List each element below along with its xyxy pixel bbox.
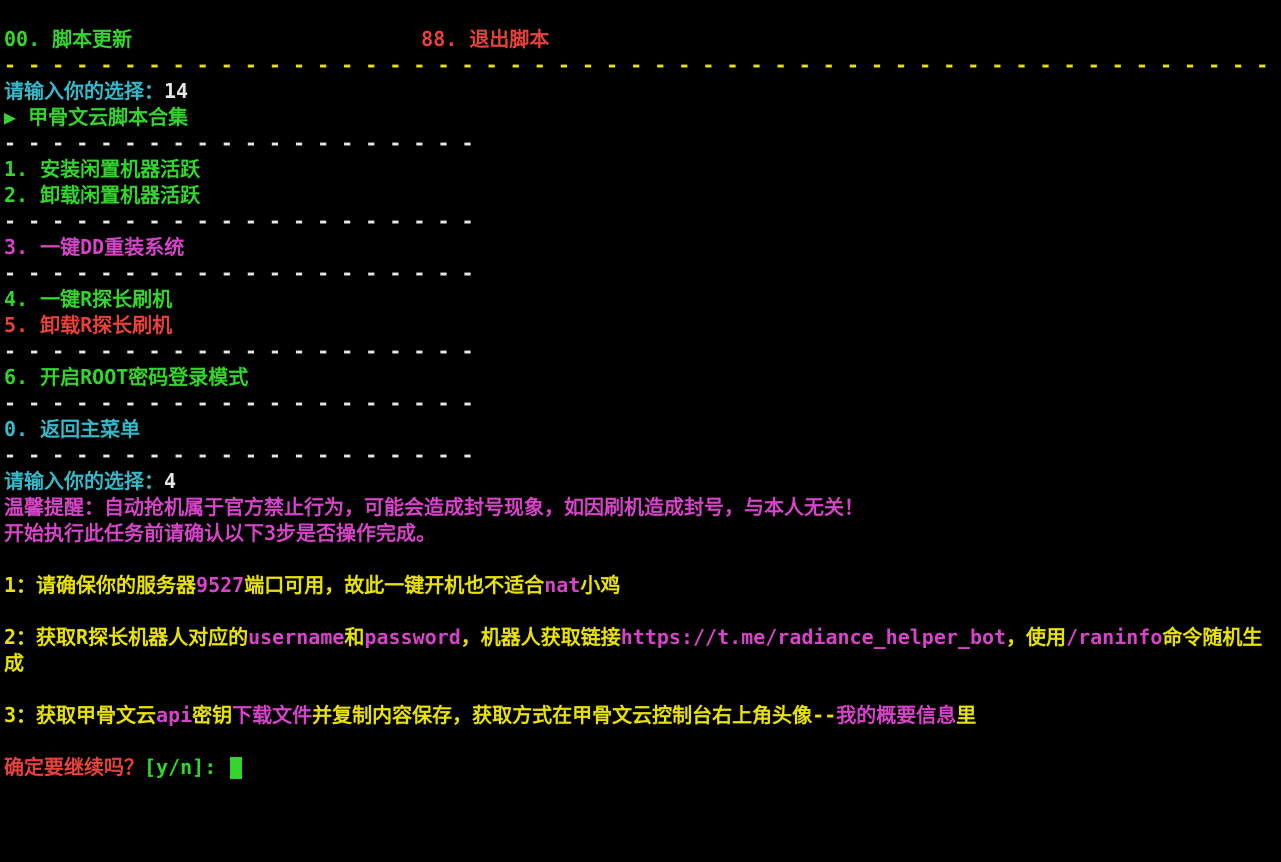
separator: - - - - - - - - - - - - - - - - - - - - [4, 339, 474, 363]
prompt-value-2[interactable]: 4 [164, 469, 176, 493]
step-2-username: username [248, 625, 344, 649]
spacer [132, 27, 421, 51]
step-2-password: password [364, 625, 460, 649]
menu-item-0: 0. 返回主菜单 [4, 417, 140, 441]
step-1-post: 小鸡 [580, 573, 620, 597]
prompt-label-2: 请输入你的选择： [4, 469, 164, 493]
step-3-info: 我的概要信息 [836, 703, 956, 727]
step-1-pre: 1：请确保你的服务器 [4, 573, 196, 597]
step-2-post1: ，使用 [1006, 625, 1066, 649]
step-2-url: https://t.me/radiance_helper_bot [621, 625, 1006, 649]
step-2-mid: ，机器人获取链接 [461, 625, 621, 649]
step-2-and: 和 [344, 625, 364, 649]
menu-item-2: 2. 卸载闲置机器活跃 [4, 183, 200, 207]
menu-item-00: 00. 脚本更新 [4, 27, 132, 51]
step-1-port: 9527 [196, 573, 244, 597]
step-2-pre: 2：获取R探长机器人对应的 [4, 625, 248, 649]
menu-item-6: 6. 开启ROOT密码登录模式 [4, 365, 248, 389]
terminal-output: 00. 脚本更新 88. 退出脚本 - - - - - - - - - - - … [0, 0, 1281, 784]
confirm-options: [y/n]: [144, 755, 228, 779]
menu-item-5: 5. 卸载R探长刷机 [4, 313, 172, 337]
menu-item-1: 1. 安装闲置机器活跃 [4, 157, 200, 181]
prompt-label-1: 请输入你的选择： [4, 79, 164, 103]
menu-item-88: 88. 退出脚本 [421, 27, 549, 51]
prompt-value-1[interactable]: 14 [164, 79, 188, 103]
separator: - - - - - - - - - - - - - - - - - - - - [4, 131, 474, 155]
separator: - - - - - - - - - - - - - - - - - - - - [4, 391, 474, 415]
step-1-nat: nat [544, 573, 580, 597]
menu-item-4: 4. 一键R探长刷机 [4, 287, 172, 311]
separator: - - - - - - - - - - - - - - - - - - - - [4, 209, 474, 233]
step-1-mid: 端口可用，故此一键开机也不适合 [244, 573, 544, 597]
step-3-post: 里 [956, 703, 976, 727]
warning-line-2: 开始执行此任务前请确认以下3步是否操作完成。 [4, 521, 436, 545]
warning-line-1: 温馨提醒：自动抢机属于官方禁止行为，可能会造成封号现象，如因刷机造成封号，与本人… [4, 495, 864, 519]
confirm-label: 确定要继续吗？ [4, 755, 144, 779]
separator: - - - - - - - - - - - - - - - - - - - - [4, 443, 474, 467]
step-3-api: api [156, 703, 192, 727]
separator-long: - - - - - - - - - - - - - - - - - - - - … [4, 53, 1268, 77]
submenu-title: ▶ 甲骨文云脚本合集 [4, 105, 188, 129]
step-3-mid1: 密钥 [192, 703, 232, 727]
step-3-download: 下载文件 [232, 703, 312, 727]
cursor[interactable] [230, 757, 242, 779]
menu-item-3: 3. 一键DD重装系统 [4, 235, 184, 259]
separator: - - - - - - - - - - - - - - - - - - - - [4, 261, 474, 285]
step-2-cmd: /raninfo [1066, 625, 1162, 649]
step-3-pre: 3：获取甲骨文云 [4, 703, 156, 727]
step-3-mid2: 并复制内容保存，获取方式在甲骨文云控制台右上角头像-- [312, 703, 836, 727]
